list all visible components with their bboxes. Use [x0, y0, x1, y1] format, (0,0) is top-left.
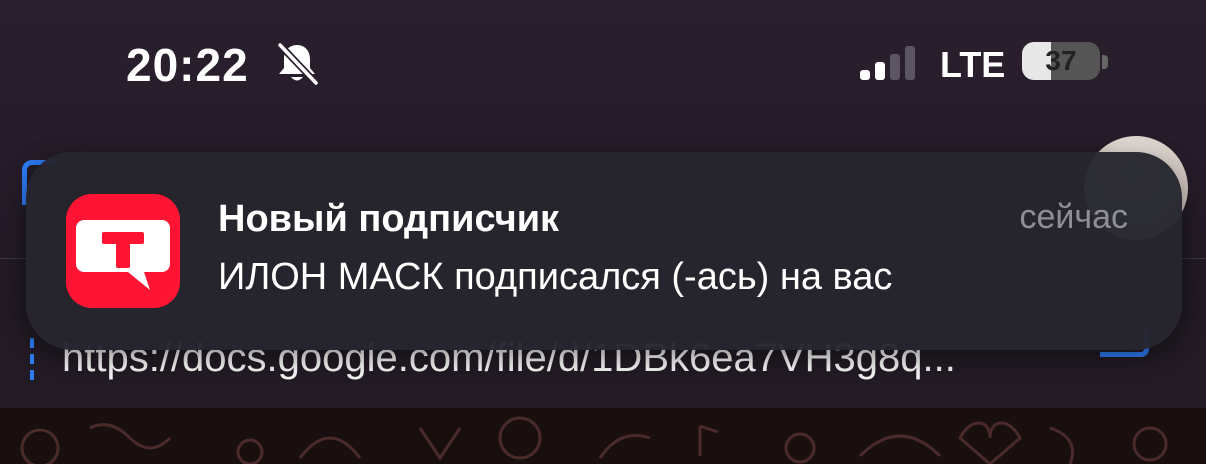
notification-time: сейчас: [1019, 198, 1128, 236]
signal-bar: [860, 70, 870, 80]
battery-nub: [1102, 55, 1108, 69]
cellular-signal-icon: [860, 44, 918, 80]
chat-wallpaper: [0, 408, 1206, 464]
network-type: LTE: [940, 44, 1006, 85]
pinned-indicator: [30, 338, 34, 386]
status-bar: 20:22 LTE 37: [0, 0, 1206, 120]
notification-banner[interactable]: Новый подписчик сейчас ИЛОН МАСК подписа…: [26, 152, 1182, 350]
signal-bar: [890, 54, 900, 80]
signal-bar: [905, 46, 915, 80]
signal-bar: [875, 62, 885, 80]
notification-title: Новый подписчик: [218, 198, 560, 240]
tamtam-app-icon: [66, 194, 180, 308]
bell-slash-icon: [274, 40, 320, 86]
status-time: 20:22: [126, 39, 249, 91]
battery-icon: 37: [1022, 42, 1100, 80]
phone-screen: 20:22 LTE 37 https://docs.google.com/fil…: [0, 0, 1206, 464]
notification-body: ИЛОН МАСК подписался (-ась) на вас: [218, 256, 893, 298]
battery-level: 37: [1045, 45, 1077, 76]
